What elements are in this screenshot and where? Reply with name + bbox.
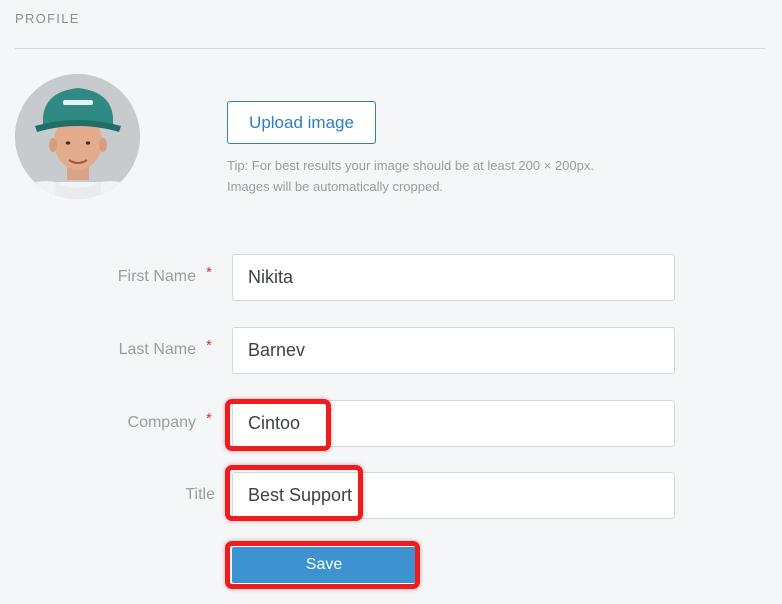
first-name-label: First Name	[117, 268, 196, 285]
company-required-marker: *	[206, 410, 212, 427]
company-label: Company	[127, 414, 196, 431]
upload-tip: Tip: For best results your image should …	[227, 155, 687, 197]
company-field[interactable]: Cintoo	[232, 400, 675, 447]
last-name-required-marker: *	[206, 337, 212, 354]
last-name-label: Last Name	[118, 341, 196, 358]
avatar	[15, 74, 140, 199]
upload-tip-line-2: Images will be automatically cropped.	[227, 179, 444, 194]
section-title: PROFILE	[15, 11, 80, 26]
title-label: Title	[185, 486, 215, 503]
last-name-value: Barnev	[248, 340, 306, 360]
first-name-value: Nikita	[248, 267, 294, 287]
section-divider	[15, 48, 765, 49]
save-button[interactable]: Save	[232, 547, 416, 583]
upload-tip-line-1: Tip: For best results your image should …	[227, 158, 594, 173]
first-name-field[interactable]: Nikita	[232, 254, 675, 301]
company-value: Cintoo	[248, 413, 301, 433]
last-name-field[interactable]: Barnev	[232, 327, 675, 374]
user-avatar-icon	[15, 74, 140, 199]
title-field[interactable]: Best Support	[232, 472, 675, 519]
title-value: Best Support	[248, 485, 353, 505]
first-name-required-marker: *	[206, 264, 212, 281]
upload-image-button[interactable]: Upload image	[227, 101, 376, 144]
